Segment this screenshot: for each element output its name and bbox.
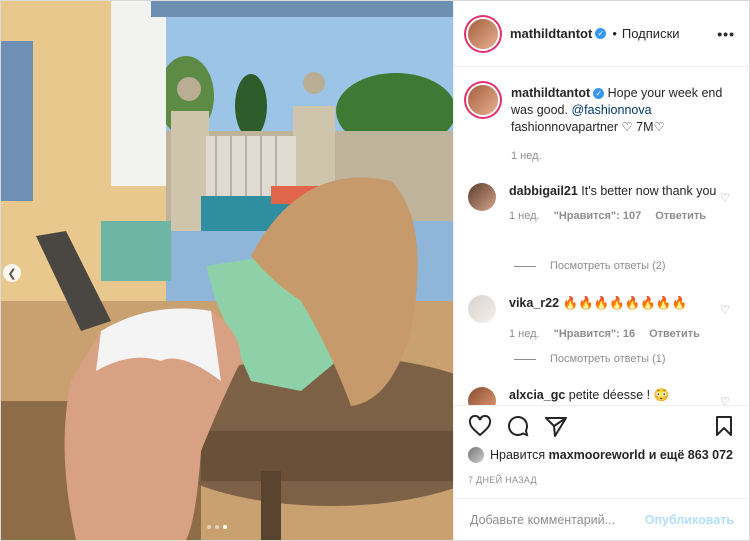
likes-prefix: Нравится <box>490 448 546 462</box>
post-side-panel: mathildtantot ✓ • Подписки ••• mathildta… <box>453 1 749 540</box>
post-header: mathildtantot ✓ • Подписки ••• <box>454 1 749 67</box>
comment-username[interactable]: alxcia_gc <box>509 388 565 402</box>
like-comment-heart-icon[interactable]: ♡ <box>720 191 730 204</box>
post-photo[interactable]: ❮ <box>1 1 453 540</box>
view-replies-label: Посмотреть ответы (2) <box>550 260 666 272</box>
save-bookmark-icon[interactable] <box>714 415 734 437</box>
caption: mathildtantot ✓ Hope your week end was go… <box>468 85 738 165</box>
comment-body: alxcia_gc petite déesse ! 😳 <box>509 387 729 405</box>
view-replies-label: Посмотреть ответы (1) <box>550 353 666 365</box>
add-comment-bar: Опубликовать <box>454 498 748 540</box>
comment-time[interactable]: 1 нед. <box>509 326 540 343</box>
replies-divider <box>514 265 536 267</box>
carousel-dot <box>215 525 219 529</box>
post-actions <box>454 405 748 445</box>
comment-time[interactable]: 1 нед. <box>509 208 540 225</box>
like-heart-icon[interactable] <box>468 414 492 437</box>
comment-meta: 1 нед. "Нравится": 16 Ответить <box>509 326 729 343</box>
liker-username[interactable]: maxmooreworld <box>549 448 646 462</box>
commenter-avatar[interactable] <box>468 183 496 211</box>
caption-username[interactable]: mathildtantot <box>511 86 590 100</box>
verified-badge-icon: ✓ <box>593 88 605 100</box>
comment-meta: 1 нед. "Нравится": 107 Ответить <box>509 208 729 225</box>
reply-button[interactable]: Ответить <box>655 208 706 225</box>
commenter-avatar[interactable] <box>468 387 496 405</box>
header-separator: • <box>612 26 617 41</box>
comment-text: 🔥🔥🔥🔥🔥🔥🔥🔥 <box>562 296 688 310</box>
previous-photo-button[interactable]: ❮ <box>3 264 21 282</box>
view-replies-button[interactable]: Посмотреть ответы (2) <box>514 260 666 272</box>
comment-item: vika_r22 🔥🔥🔥🔥🔥🔥🔥🔥 1 нед. "Нравится": 16 … <box>468 295 738 343</box>
following-button[interactable]: Подписки <box>622 26 680 41</box>
photo-illustration <box>1 1 453 540</box>
carousel-indicator <box>207 525 227 529</box>
caption-meta: 1 нед. <box>511 148 731 165</box>
reply-button[interactable]: Ответить <box>649 326 700 343</box>
author-username[interactable]: mathildtantot <box>510 26 592 41</box>
comment-item: alxcia_gc petite déesse ! 😳 ♡ <box>468 387 738 405</box>
view-replies-button[interactable]: Посмотреть ответы (1) <box>514 353 666 365</box>
chevron-left-icon: ❮ <box>7 267 17 280</box>
comment-username[interactable]: dabbigail21 <box>509 184 578 198</box>
carousel-dot <box>207 525 211 529</box>
comment-likes-count[interactable]: "Нравится": 16 <box>554 326 635 343</box>
caption-time[interactable]: 1 нед. <box>511 148 542 165</box>
liker-avatar[interactable] <box>468 447 484 463</box>
post-dialog: ❮ mathildtantot ✓ • Подписки ••• mathild… <box>0 0 750 541</box>
comment-text: It's better now thank you <box>581 184 717 198</box>
caption-mention-link[interactable]: @fashionnova <box>571 103 651 117</box>
author-avatar[interactable] <box>468 18 498 49</box>
comment-item: dabbigail21 It's better now thank you 1 … <box>468 183 738 225</box>
comments-list[interactable]: mathildtantot ✓ Hope your week end was go… <box>454 67 748 405</box>
caption-text-2: fashionnovapartner ♡ 7M♡ <box>511 120 665 134</box>
comment-username[interactable]: vika_r22 <box>509 296 559 310</box>
likes-count[interactable]: и ещё 863 072 <box>649 448 733 462</box>
comment-likes-count[interactable]: "Нравится": 107 <box>554 208 642 225</box>
verified-badge-icon: ✓ <box>595 28 607 39</box>
commenter-avatar[interactable] <box>468 295 496 323</box>
likes-summary: Нравится maxmooreworld и ещё 863 072 <box>468 447 733 463</box>
caption-body: mathildtantot ✓ Hope your week end was go… <box>511 85 731 165</box>
post-date[interactable]: 7 ДНЕЙ НАЗАД <box>468 475 537 485</box>
comment-bubble-icon[interactable] <box>506 415 530 437</box>
like-comment-heart-icon[interactable]: ♡ <box>720 303 730 316</box>
comment-body: vika_r22 🔥🔥🔥🔥🔥🔥🔥🔥 1 нед. "Нравится": 16 … <box>509 295 729 343</box>
more-options-icon[interactable]: ••• <box>717 26 735 42</box>
share-paper-plane-icon[interactable] <box>544 415 568 437</box>
publish-button[interactable]: Опубликовать <box>645 513 734 527</box>
replies-divider <box>514 358 536 360</box>
carousel-dot-active <box>223 525 227 529</box>
comment-body: dabbigail21 It's better now thank you 1 … <box>509 183 729 225</box>
like-comment-heart-icon[interactable]: ♡ <box>720 395 730 405</box>
comment-text: petite déesse ! 😳 <box>568 388 670 402</box>
comment-input[interactable] <box>468 511 645 528</box>
caption-avatar[interactable] <box>468 85 498 115</box>
